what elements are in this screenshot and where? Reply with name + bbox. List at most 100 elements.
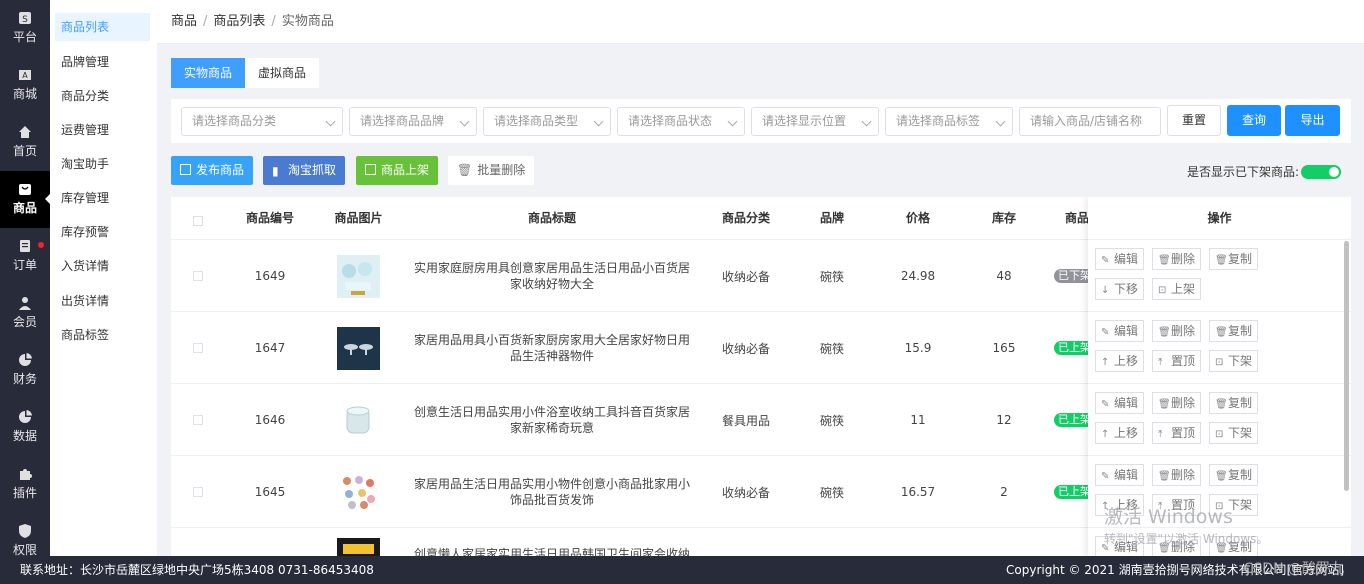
rail-item-goods[interactable]: 商品	[0, 171, 51, 228]
submenu-item-goods-list[interactable]: 商品列表	[55, 13, 150, 41]
button-label: 复制	[1228, 324, 1253, 338]
rail-item-data[interactable]: 数据	[0, 399, 50, 456]
type-select[interactable]: 请选择商品类型	[483, 107, 611, 136]
rail-item-member[interactable]: 会员	[0, 285, 50, 342]
status-select[interactable]: 请选择商品状态	[617, 107, 745, 136]
position-select[interactable]: 请选择显示位置	[751, 107, 879, 136]
take-off-shelf-button[interactable]: ⊡ 下架	[1209, 422, 1259, 444]
cell-image[interactable]	[316, 240, 401, 312]
row-checkbox[interactable]	[193, 271, 203, 281]
select-all-checkbox[interactable]	[193, 216, 203, 226]
button-label: 发布商品	[196, 163, 245, 177]
tag-select[interactable]: 请选择商品标签	[885, 107, 1013, 136]
cell-title[interactable]: 创意生活日用品实用小件浴室收纳工具抖音百货家居家新家稀奇玩意	[401, 384, 703, 456]
rail-item-platform[interactable]: S 平台	[0, 0, 50, 57]
col-header-category: 商品分类	[721, 211, 770, 225]
move-up-button[interactable]: ↑ 上移	[1095, 422, 1145, 444]
cell-image[interactable]	[316, 456, 401, 528]
col-header-operations: 操作	[1088, 197, 1351, 240]
edit-button[interactable]: ✎ 编辑	[1095, 392, 1145, 414]
export-button[interactable]: 导出	[1285, 105, 1340, 136]
submenu-item-stock-alert[interactable]: 库存预警	[55, 218, 150, 246]
button-label: 复制	[1228, 396, 1253, 410]
submenu-item-shipping[interactable]: 运费管理	[55, 116, 150, 144]
tab-physical[interactable]: 实物商品	[171, 58, 246, 88]
copy-button[interactable]: 🗑复制	[1209, 248, 1259, 270]
move-down-button[interactable]: ↓ 下移	[1095, 278, 1145, 300]
reset-button[interactable]: 重置	[1167, 105, 1221, 136]
delete-button[interactable]: 🗑删除	[1152, 248, 1202, 270]
brand-select[interactable]: 请选择商品品牌	[349, 107, 477, 136]
trash-icon: 🗑	[1158, 255, 1171, 266]
cell-title[interactable]: 实用家庭厨房用具创意家居用品生活日用品小百货居家收纳好物大全	[401, 240, 703, 312]
col-header-stock: 库存	[991, 211, 1016, 225]
pin-top-button[interactable]: ⤒ 置顶	[1152, 350, 1202, 372]
row-checkbox[interactable]	[193, 343, 203, 353]
submenu-item-brand[interactable]: 品牌管理	[55, 48, 150, 76]
arrow-down-icon: ↓	[1101, 285, 1110, 296]
button-label: 上移	[1114, 498, 1139, 512]
rail-item-finance[interactable]: 财务	[0, 342, 50, 399]
keyword-input[interactable]: 请输入商品/店铺名称	[1019, 107, 1161, 136]
breadcrumb-item[interactable]: 商品列表	[213, 14, 265, 29]
submenu-item-taobao[interactable]: 淘宝助手	[55, 150, 150, 178]
submenu-item-stock[interactable]: 库存管理	[55, 184, 150, 212]
breadcrumb-item[interactable]: 商品	[171, 14, 197, 29]
rail-item-order[interactable]: 订单	[0, 228, 50, 285]
cell-title[interactable]: 创意懒人家居家实用生活日用品韩国卫生间家会收纳	[401, 528, 703, 557]
plugin-icon	[20, 469, 32, 480]
publish-button[interactable]: 发布商品	[171, 156, 254, 185]
taobao-grab-button[interactable]: ▮ 淘宝抓取	[263, 156, 346, 185]
move-up-button[interactable]: ↑ 上移	[1095, 350, 1145, 372]
copy-button[interactable]: 🗑复制	[1209, 392, 1259, 414]
button-label: 下架	[1228, 498, 1253, 512]
cell-image[interactable]	[316, 384, 401, 456]
cell-title[interactable]: 家居用品用具小百货新家厨房家用大全居家好物日用品生活神器物件	[401, 312, 703, 384]
rail-item-mall[interactable]: A 商城	[0, 57, 50, 114]
rail-item-plugin[interactable]: 插件	[0, 456, 50, 513]
trash-icon: 🗑	[1158, 327, 1171, 338]
category-select[interactable]: 请选择商品分类	[181, 107, 343, 136]
delete-button[interactable]: 🗑删除	[1152, 320, 1202, 342]
pin-top-button[interactable]: ⤒ 置顶	[1152, 422, 1202, 444]
query-button[interactable]: 查询	[1227, 105, 1281, 136]
plus-square-icon	[180, 164, 191, 175]
goods-table: 商品编号 商品图片 商品标题 商品分类 品牌 价格 库存 商品 1649 实用家…	[171, 197, 1351, 557]
take-off-shelf-button[interactable]: ⊡ 下架	[1209, 350, 1259, 372]
put-on-shelf-button[interactable]: ⊡ 上架	[1152, 278, 1202, 300]
submenu-item-category[interactable]: 商品分类	[55, 82, 150, 110]
row-checkbox[interactable]	[193, 487, 203, 497]
cell-price: 15.9	[904, 341, 932, 355]
cell-title[interactable]: 家居用品生活日用品实用小物件创意小商品批家用小饰品批百货发饰	[401, 456, 703, 528]
take-off-shelf-button[interactable]: ⊡ 下架	[1209, 494, 1259, 516]
trash-icon: 🗑	[1215, 399, 1228, 410]
tab-virtual[interactable]: 虚拟商品	[245, 58, 320, 88]
edit-button[interactable]: ✎ 编辑	[1095, 464, 1145, 486]
goods-icon	[19, 184, 31, 195]
rail-label: 商城	[12, 87, 37, 101]
edit-button[interactable]: ✎ 编辑	[1095, 320, 1145, 342]
row-checkbox[interactable]	[193, 415, 203, 425]
cell-image[interactable]	[316, 528, 401, 557]
edit-button[interactable]: ✎ 编辑	[1095, 248, 1145, 270]
move-up-button[interactable]: ↑ 上移	[1095, 494, 1145, 516]
home-icon	[19, 126, 31, 138]
arrow-up-icon: ↑	[1101, 501, 1110, 512]
cell-image[interactable]	[316, 312, 401, 384]
button-label: 编辑	[1114, 396, 1139, 410]
copy-button[interactable]: 🗑复制	[1209, 320, 1259, 342]
shelf-button[interactable]: 商品上架	[356, 156, 439, 185]
show-off-switch[interactable]	[1301, 165, 1341, 179]
download-icon: ⊡	[1215, 429, 1224, 440]
operations-column: 操作 ✎ 编辑 🗑删除 🗑复制 ↓ 下移 ⊡ 上架 ✎ 编辑 🗑删除 🗑复制 ↑ 上移 ⤒…	[1088, 197, 1351, 557]
submenu-item-inbound[interactable]: 入货详情	[55, 252, 150, 280]
copy-button[interactable]: 🗑复制	[1209, 464, 1259, 486]
vertical-scrollbar[interactable]	[1344, 241, 1349, 491]
delete-button[interactable]: 🗑删除	[1152, 464, 1202, 486]
batch-delete-button[interactable]: 🗑 批量删除	[448, 156, 535, 185]
rail-item-home[interactable]: 首页	[0, 114, 50, 171]
pin-top-button[interactable]: ⤒ 置顶	[1152, 494, 1202, 516]
delete-button[interactable]: 🗑删除	[1152, 392, 1202, 414]
submenu-item-tags[interactable]: 商品标签	[55, 321, 150, 349]
submenu-item-outbound[interactable]: 出货详情	[55, 287, 150, 315]
